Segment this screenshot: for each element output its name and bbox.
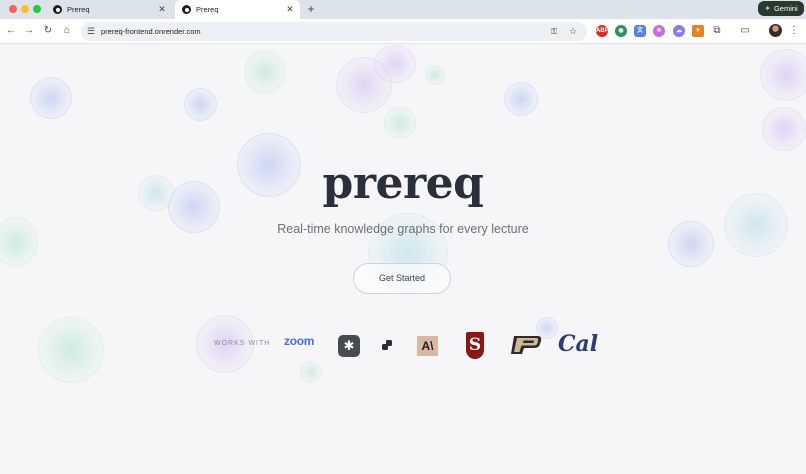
gemini-sparkle-icon: ✦ — [764, 4, 771, 13]
background-bubble — [300, 361, 322, 383]
bookmark-star-icon[interactable]: ☆ — [569, 24, 577, 39]
get-started-button[interactable]: Get Started — [353, 263, 451, 294]
tab-title: Prereq — [67, 5, 90, 14]
password-key-icon[interactable]: ⚿ — [551, 24, 557, 39]
extensions-puzzle-icon[interactable]: ⧉ — [709, 23, 725, 39]
browser-toolbar: ← → ↻ ⌂ ☰ prereq-frontend.onrender.com ⚿… — [0, 19, 806, 44]
minimize-window-button[interactable] — [21, 5, 29, 13]
gemini-button[interactable]: ✦ Gemini — [758, 1, 804, 16]
background-bubble — [425, 65, 445, 85]
profile-avatar[interactable] — [769, 24, 782, 37]
background-bubble — [384, 107, 416, 139]
landing-page: prereq Real-time knowledge graphs for ev… — [0, 45, 806, 474]
browser-tab[interactable]: Prereq ✕ — [46, 0, 172, 19]
forward-arrow-icon[interactable]: → — [21, 23, 37, 39]
background-bubble — [374, 45, 416, 83]
side-panel-icon[interactable]: ▭ — [737, 23, 753, 39]
extension-fox-icon[interactable]: ▼ — [692, 25, 704, 37]
purdue-logo-icon — [511, 336, 542, 354]
close-window-button[interactable] — [9, 5, 17, 13]
close-tab-icon[interactable]: ✕ — [284, 4, 296, 15]
tab-title: Prereq — [196, 5, 219, 14]
background-bubble — [30, 77, 72, 119]
extension-translate-icon[interactable]: 文 — [634, 25, 646, 37]
new-tab-button[interactable]: + — [304, 2, 318, 16]
background-bubble — [760, 49, 806, 101]
url-text[interactable]: prereq-frontend.onrender.com — [101, 22, 201, 41]
background-bubble — [504, 82, 538, 116]
close-tab-icon[interactable]: ✕ — [156, 4, 168, 15]
anthropic-logo-icon: A\ — [417, 336, 438, 356]
zoom-logo: zoom — [284, 334, 315, 348]
background-bubble — [762, 107, 806, 151]
background-bubble — [244, 51, 286, 93]
site-favicon-icon — [182, 5, 191, 14]
works-with-label: WORKS WITH — [214, 340, 271, 347]
reload-icon[interactable]: ↻ — [40, 23, 56, 39]
home-icon[interactable]: ⌂ — [59, 23, 75, 39]
maximize-window-button[interactable] — [33, 5, 41, 13]
hero-tagline: Real-time knowledge graphs for every lec… — [277, 222, 529, 236]
stanford-logo-icon: S — [466, 332, 484, 359]
gemini-label: Gemini — [773, 4, 798, 13]
extension-green-icon[interactable]: ◉ — [615, 25, 627, 37]
site-settings-icon[interactable]: ☰ — [87, 24, 95, 39]
perplexity-logo-icon: ✱ — [338, 335, 360, 357]
extension-adblock-icon[interactable]: ABP — [596, 25, 609, 37]
more-menu-icon[interactable]: ⋮ — [786, 23, 802, 39]
two-tone-logo-icon — [382, 340, 392, 350]
site-favicon-icon — [53, 5, 62, 14]
browser-tab-strip: Prereq ✕ Prereq ✕ + ✦ Gemini — [0, 0, 806, 19]
address-bar[interactable]: ☰ prereq-frontend.onrender.com ⚿ ☆ — [81, 22, 587, 41]
browser-tab-active[interactable]: Prereq ✕ — [175, 0, 300, 19]
background-bubble — [184, 88, 217, 121]
brand-title: prereq — [322, 158, 484, 209]
back-arrow-icon[interactable]: ← — [3, 23, 19, 39]
background-bubble — [38, 317, 104, 383]
extension-purple-icon[interactable]: ✳ — [653, 25, 665, 37]
extension-cloud-icon[interactable]: ☁ — [673, 25, 685, 37]
cal-logo: Cal — [558, 331, 599, 357]
